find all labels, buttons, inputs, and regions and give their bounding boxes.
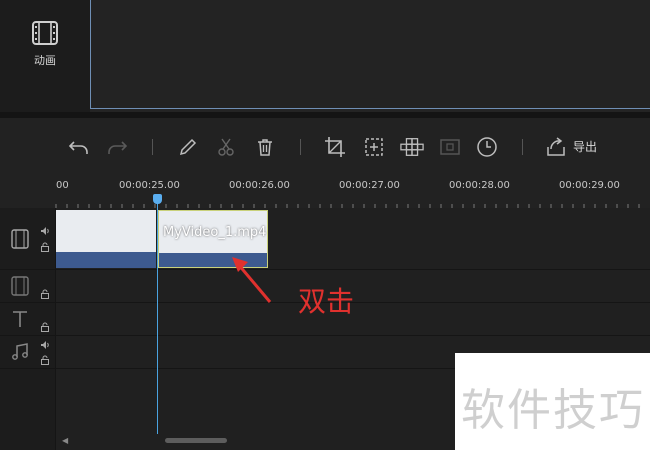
clip-thumbnail	[56, 210, 156, 252]
film-icon	[11, 276, 29, 296]
left-sidebar: 动画	[0, 0, 90, 112]
ruler-tick-label: 00:00:26.00	[229, 180, 290, 191]
ruler-tick-label: 00:00:28.00	[449, 180, 510, 191]
trash-icon	[258, 139, 272, 156]
ruler-tick-label: 00	[56, 180, 69, 191]
preview-panel[interactable]	[90, 0, 650, 109]
record-button[interactable]	[438, 135, 462, 159]
track-header	[0, 208, 56, 269]
video-clip[interactable]	[56, 210, 156, 268]
edit-button[interactable]	[176, 135, 200, 159]
top-panel: 动画	[0, 0, 650, 112]
track-header	[0, 303, 56, 335]
export-label[interactable]: 导出	[573, 138, 597, 155]
redo-button[interactable]	[105, 135, 129, 159]
track-header	[0, 369, 56, 450]
lock-icon[interactable]	[40, 355, 50, 365]
watermark: 软件技巧	[461, 385, 645, 436]
duration-button[interactable]	[475, 135, 499, 159]
annotation-text: 双击	[298, 285, 355, 318]
cut-button[interactable]	[214, 135, 238, 159]
toolbar-separator	[152, 139, 153, 155]
film-icon	[11, 229, 29, 249]
clip-name: MyVideo_1.mp4	[163, 225, 267, 240]
editor-window: 动画 导出 00 00:00:25.00 00:00:26.00 00:00:2…	[0, 0, 650, 450]
undo-button[interactable]	[67, 135, 91, 159]
time-ruler[interactable]: 00 00:00:25.00 00:00:26.00 00:00:27.00 0…	[0, 174, 650, 208]
mosaic-icon	[400, 138, 424, 156]
lock-icon[interactable]	[40, 289, 50, 299]
undo-icon	[68, 141, 88, 154]
lock-icon[interactable]	[40, 242, 50, 252]
ruler-tick-label: 00:00:27.00	[339, 180, 400, 191]
redo-icon	[108, 141, 128, 154]
scissors-icon	[218, 138, 234, 156]
toolbar-separator	[522, 139, 523, 155]
pencil-icon	[179, 138, 197, 156]
crop-icon	[325, 137, 345, 157]
film-icon	[32, 21, 58, 45]
sidebar-item-animation[interactable]: 动画	[20, 20, 70, 68]
horizontal-scrollbar[interactable]	[165, 438, 227, 443]
toolbar-separator	[300, 139, 301, 155]
sidebar-item-label: 动画	[34, 54, 56, 67]
track-header	[0, 336, 56, 368]
mosaic-button[interactable]	[400, 135, 424, 159]
export-icon	[547, 137, 565, 156]
freeze-frame-button[interactable]	[362, 135, 386, 159]
annotation-arrow-icon	[232, 257, 272, 303]
export-button[interactable]	[544, 135, 568, 159]
clock-icon	[477, 137, 497, 157]
clip-audio-strip	[56, 252, 156, 268]
ruler-tick-label: 00:00:25.00	[119, 180, 180, 191]
speaker-icon[interactable]	[40, 340, 50, 350]
timeline-toolbar: 导出	[0, 118, 650, 174]
text-icon	[13, 311, 27, 327]
add-frame-icon	[365, 138, 383, 156]
record-icon	[440, 139, 460, 155]
playhead-handle[interactable]	[153, 194, 162, 204]
track-body[interactable]: MyVideo_1.mp4	[56, 208, 650, 269]
music-icon	[12, 343, 28, 360]
lock-icon[interactable]	[40, 322, 50, 332]
ruler-tick-label: 00:00:29.00	[559, 180, 620, 191]
scroll-left-arrow-icon[interactable]: ◀	[62, 436, 68, 445]
ruler-tick-marks	[55, 204, 640, 208]
delete-button[interactable]	[253, 135, 277, 159]
crop-button[interactable]	[323, 135, 347, 159]
playhead-line[interactable]	[157, 198, 158, 434]
speaker-icon[interactable]	[40, 226, 50, 236]
video-track-1: MyVideo_1.mp4	[0, 208, 650, 270]
track-header	[0, 270, 56, 302]
